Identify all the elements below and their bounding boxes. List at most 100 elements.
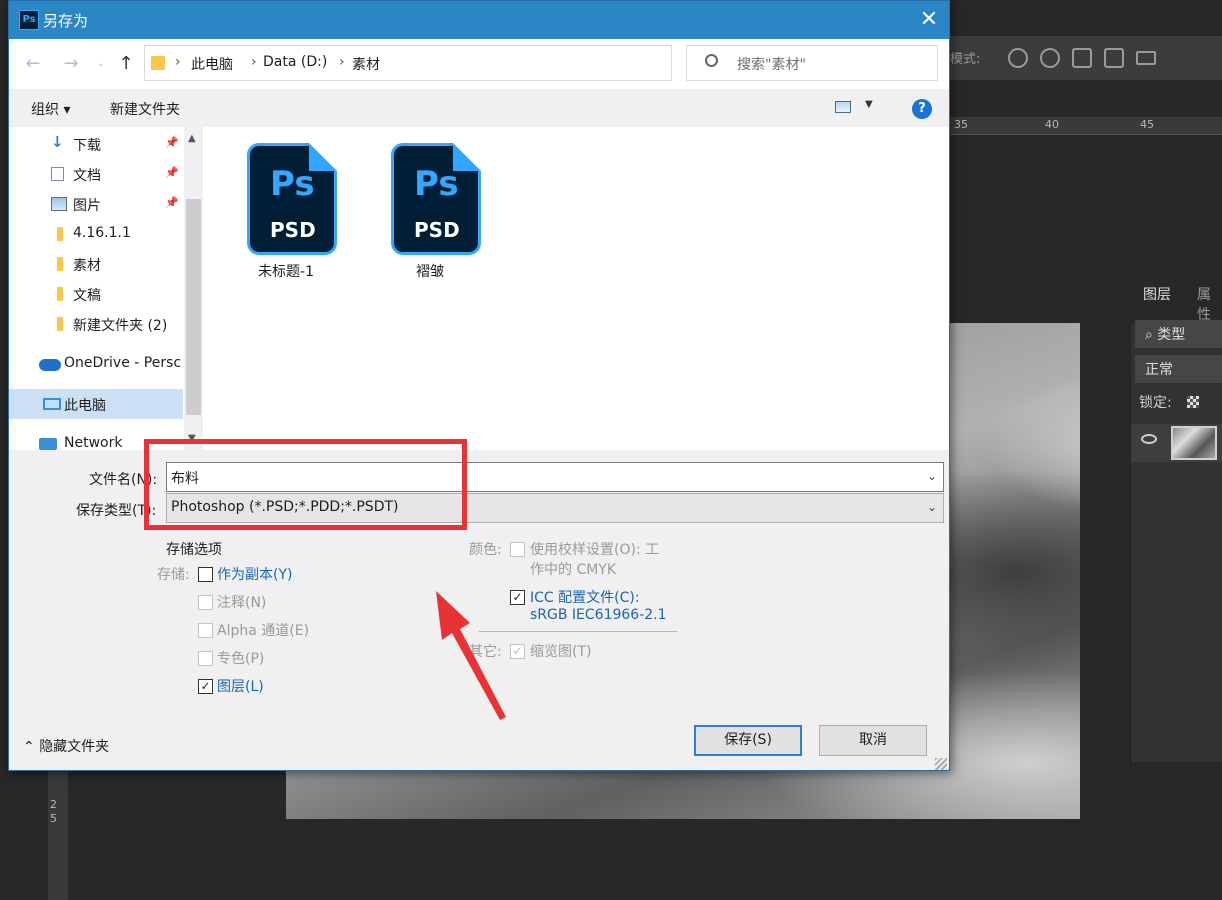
folder-icon bbox=[57, 227, 63, 241]
slide-icon[interactable] bbox=[1104, 48, 1124, 68]
top-ruler: 35 40 45 bbox=[950, 117, 1222, 135]
download-icon: ↓ bbox=[51, 133, 64, 151]
chevron-right-icon: › bbox=[175, 54, 181, 70]
scroll-up-icon[interactable]: ▲ bbox=[188, 133, 196, 144]
nav-scrollbar[interactable]: ▲ ▼ bbox=[184, 127, 203, 450]
cancel-button[interactable]: 取消 bbox=[819, 725, 927, 756]
notes-label: 注释(N) bbox=[217, 595, 267, 611]
thumbnail-label: 缩览图(T) bbox=[530, 644, 592, 660]
proof-setup-label: 使用校样设置(O): 工 bbox=[530, 542, 660, 558]
breadcrumb[interactable]: Data (D:) bbox=[263, 54, 327, 70]
blend-mode-select[interactable]: 正常 bbox=[1135, 355, 1222, 383]
chevron-down-icon[interactable]: ⌄ bbox=[927, 500, 937, 514]
roll-icon[interactable] bbox=[1040, 48, 1060, 68]
scrollbar-thumb[interactable] bbox=[186, 199, 201, 415]
folder-icon bbox=[151, 56, 165, 70]
psd-icon-badge: PSD bbox=[270, 218, 316, 242]
spot-checkbox bbox=[198, 651, 213, 666]
nav-item-pictures[interactable]: 图片 📌 bbox=[9, 189, 183, 219]
close-icon: ✕ bbox=[919, 7, 939, 32]
save-button[interactable]: 保存(S) bbox=[694, 725, 802, 756]
proof-setup-label-2: 作中的 CMYK bbox=[530, 562, 617, 578]
psd-icon-text: Ps bbox=[414, 164, 459, 204]
nav-item-label: 4.16.1.1 bbox=[73, 225, 131, 241]
recent-button[interactable]: ⌄ bbox=[89, 51, 113, 77]
orbit-icon[interactable] bbox=[1008, 48, 1028, 68]
file-item[interactable]: Ps PSD 未标题-1 bbox=[231, 143, 341, 283]
layers-panel: 图层 属性 ⌕ 类型 正常 锁定: bbox=[1130, 262, 1222, 772]
pan-icon[interactable] bbox=[1072, 48, 1092, 68]
nav-item-label: OneDrive - Persc bbox=[64, 355, 182, 371]
icc-profile-value: sRGB IEC61966-2.1 bbox=[530, 607, 667, 623]
view-icon[interactable] bbox=[835, 101, 851, 113]
new-folder-button[interactable]: 新建文件夹 bbox=[110, 99, 180, 119]
nav-item-folder[interactable]: 素材 bbox=[9, 249, 183, 279]
help-icon[interactable]: ? bbox=[912, 99, 932, 119]
layer-filter[interactable]: ⌕ 类型 bbox=[1135, 320, 1222, 348]
nav-item-onedrive[interactable]: OneDrive - Persc bbox=[9, 349, 183, 379]
resize-grip-icon[interactable] bbox=[935, 758, 947, 770]
layers-checkbox[interactable]: ✓ bbox=[198, 679, 213, 694]
organize-menu[interactable]: 组织 ▾ bbox=[31, 99, 70, 119]
ruler-tick: 40 bbox=[1045, 118, 1059, 131]
chevron-right-icon: › bbox=[339, 54, 345, 70]
pin-icon[interactable]: 📌 bbox=[165, 136, 179, 149]
tab-properties[interactable]: 属性 bbox=[1197, 284, 1222, 324]
breadcrumb[interactable]: 素材 bbox=[352, 54, 380, 74]
search-placeholder: 搜索"素材" bbox=[737, 57, 806, 73]
alpha-label: Alpha 通道(E) bbox=[217, 623, 310, 639]
psd-icon-badge: PSD bbox=[414, 218, 460, 242]
nav-item-label: 素材 bbox=[73, 258, 101, 274]
picture-icon bbox=[51, 197, 67, 211]
chevron-down-icon[interactable]: ⌄ bbox=[927, 469, 937, 483]
search-box[interactable]: 搜索"素材" bbox=[686, 45, 938, 81]
nav-item-this-pc[interactable]: 此电脑 bbox=[9, 389, 183, 419]
arrow-left-icon: ← bbox=[25, 53, 41, 74]
ruler-tick: 2 bbox=[50, 798, 57, 811]
layers-label[interactable]: 图层(L) bbox=[217, 676, 264, 696]
as-copy-checkbox[interactable] bbox=[198, 567, 213, 582]
file-item[interactable]: Ps PSD 褶皱 bbox=[375, 143, 485, 283]
nav-item-label: 文档 bbox=[73, 168, 101, 184]
breadcrumb[interactable]: 此电脑 bbox=[191, 54, 233, 74]
document-icon bbox=[51, 167, 64, 181]
layer-thumbnail bbox=[1171, 426, 1217, 460]
psd-icon-text: Ps bbox=[270, 164, 315, 204]
nav-item-folder[interactable]: 4.16.1.1 bbox=[9, 219, 183, 249]
lock-transparent-icon[interactable] bbox=[1187, 396, 1199, 408]
color-label: 颜色: bbox=[469, 542, 502, 558]
address-bar[interactable]: › 此电脑 › Data (D:) › 素材 ⌄ ↻ bbox=[144, 45, 797, 81]
pin-icon[interactable]: 📌 bbox=[165, 166, 179, 179]
highlight-box bbox=[144, 439, 467, 530]
folder-icon bbox=[57, 257, 63, 271]
as-copy-label[interactable]: 作为副本(Y) bbox=[217, 564, 292, 584]
up-button[interactable]: ↑ bbox=[114, 51, 138, 77]
nav-item-label: 此电脑 bbox=[64, 398, 106, 414]
mode-label: 模式: bbox=[950, 52, 981, 67]
chevron-right-icon: › bbox=[251, 54, 257, 70]
search-icon bbox=[705, 54, 718, 67]
pin-icon[interactable]: 📌 bbox=[165, 196, 179, 209]
file-list: Ps PSD 未标题-1 Ps PSD 褶皱 bbox=[203, 127, 949, 450]
navigation-bar: ← → ⌄ ↑ › 此电脑 › Data (D:) › 素材 ⌄ ↻ 搜索"素材… bbox=[9, 39, 949, 89]
nav-item-folder[interactable]: 新建文件夹 (2) bbox=[9, 309, 183, 339]
file-name: 褶皱 bbox=[416, 264, 444, 280]
nav-item-documents[interactable]: 文档 📌 bbox=[9, 159, 183, 189]
eye-icon[interactable] bbox=[1141, 434, 1157, 444]
ruler-tick: 35 bbox=[954, 118, 968, 131]
arrow-right-icon: → bbox=[63, 53, 79, 74]
forward-button[interactable]: → bbox=[59, 51, 83, 77]
psd-file-icon: Ps PSD bbox=[247, 143, 337, 255]
hide-folders-toggle[interactable]: ⌃ 隐藏文件夹 bbox=[23, 736, 109, 756]
save-label: 存储: bbox=[157, 567, 190, 583]
nav-item-downloads[interactable]: ↓ 下载 📌 bbox=[9, 129, 183, 159]
back-button[interactable]: ← bbox=[21, 51, 45, 77]
hide-folders-label: 隐藏文件夹 bbox=[39, 739, 110, 755]
icc-label[interactable]: ICC 配置文件(C): bbox=[530, 587, 640, 607]
nav-item-folder[interactable]: 文稿 bbox=[9, 279, 183, 309]
view-dropdown-icon[interactable]: ▼ bbox=[865, 99, 873, 110]
nav-item-label: 图片 bbox=[73, 198, 101, 214]
camera-icon[interactable] bbox=[1136, 51, 1156, 65]
tab-layers[interactable]: 图层 bbox=[1143, 284, 1171, 304]
close-button[interactable]: ✕ bbox=[913, 4, 945, 36]
